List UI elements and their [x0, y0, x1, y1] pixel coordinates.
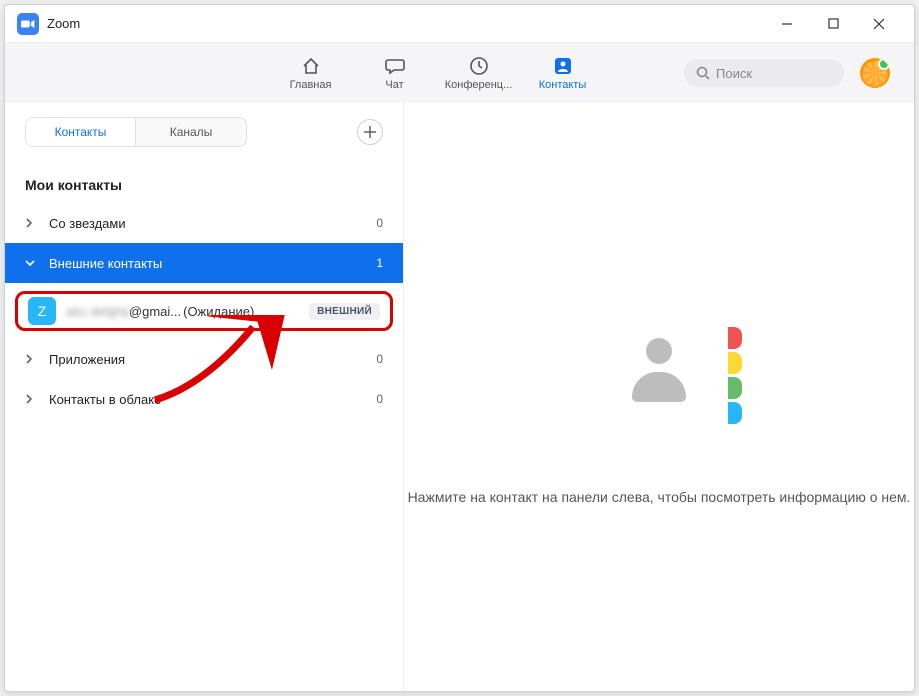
chevron-right-icon [25, 218, 39, 228]
external-badge: ВНЕШНИЙ [309, 303, 380, 320]
nav-home[interactable]: Главная [275, 55, 347, 91]
group-label: Контакты в облаке [49, 392, 161, 407]
group-count: 0 [376, 392, 383, 406]
colored-tabs-icon [728, 327, 742, 424]
group-cloud[interactable]: Контакты в облаке 0 [5, 379, 403, 419]
group-external[interactable]: Внешние контакты 1 [5, 243, 403, 283]
contacts-icon [552, 55, 574, 77]
group-label: Со звездами [49, 216, 126, 231]
window-title: Zoom [47, 16, 80, 31]
clock-icon [468, 55, 490, 77]
nav-label: Конференц... [445, 79, 513, 91]
chat-icon [384, 55, 406, 77]
content-area: Нажмите на контакт на панели слева, чтоб… [404, 103, 914, 691]
window-controls [764, 10, 902, 38]
chevron-down-icon [25, 259, 39, 267]
home-icon [300, 55, 322, 77]
nav-label: Чат [385, 79, 403, 91]
body: Контакты Каналы Мои контакты Со звездами… [5, 103, 914, 691]
chevron-right-icon [25, 354, 39, 364]
tab-contacts[interactable]: Контакты [26, 118, 136, 146]
search-input[interactable]: Поиск [684, 59, 844, 87]
contact-row[interactable]: Z abc.defghij@gmai... (Ожидание) ВНЕШНИЙ [15, 291, 393, 331]
contact-email: abc.defghij@gmai... [66, 304, 181, 319]
chevron-right-icon [25, 394, 39, 404]
contact-placeholder-graphic [574, 289, 744, 459]
group-starred[interactable]: Со звездами 0 [5, 203, 403, 243]
nav-meetings[interactable]: Конференц... [443, 55, 515, 91]
contact-avatar: Z [28, 297, 56, 325]
group-count: 1 [376, 256, 383, 270]
contact-status: (Ожидание) [183, 304, 254, 319]
tab-channels[interactable]: Каналы [136, 118, 246, 146]
nav-label: Главная [290, 79, 332, 91]
nav-label: Контакты [539, 79, 587, 91]
sidebar-tabs: Контакты Каналы [5, 103, 403, 161]
titlebar: Zoom [5, 5, 914, 43]
search-icon [696, 66, 710, 80]
app-window: Zoom Главная Чат Конференц... Конта [4, 4, 915, 692]
search-placeholder: Поиск [716, 66, 752, 81]
group-label: Приложения [49, 352, 125, 367]
tab-pill: Контакты Каналы [25, 117, 247, 147]
contact-highlight: Z abc.defghij@gmai... (Ожидание) ВНЕШНИЙ [5, 283, 403, 339]
person-icon [624, 334, 694, 414]
group-apps[interactable]: Приложения 0 [5, 339, 403, 379]
topbar: Главная Чат Конференц... Контакты Поиск [5, 43, 914, 103]
placeholder-hint: Нажмите на контакт на панели слева, чтоб… [408, 489, 911, 505]
nav-chat[interactable]: Чат [359, 55, 431, 91]
section-my-contacts: Мои контакты [5, 161, 403, 203]
nav-contacts[interactable]: Контакты [527, 55, 599, 91]
user-avatar[interactable] [860, 58, 890, 88]
minimize-button[interactable] [764, 10, 810, 38]
group-count: 0 [376, 352, 383, 366]
group-label: Внешние контакты [49, 256, 162, 271]
close-button[interactable] [856, 10, 902, 38]
add-contact-button[interactable] [357, 119, 383, 145]
sidebar: Контакты Каналы Мои контакты Со звездами… [5, 103, 404, 691]
group-count: 0 [376, 216, 383, 230]
maximize-button[interactable] [810, 10, 856, 38]
zoom-app-icon [17, 13, 39, 35]
main-nav: Главная Чат Конференц... Контакты [275, 55, 599, 91]
